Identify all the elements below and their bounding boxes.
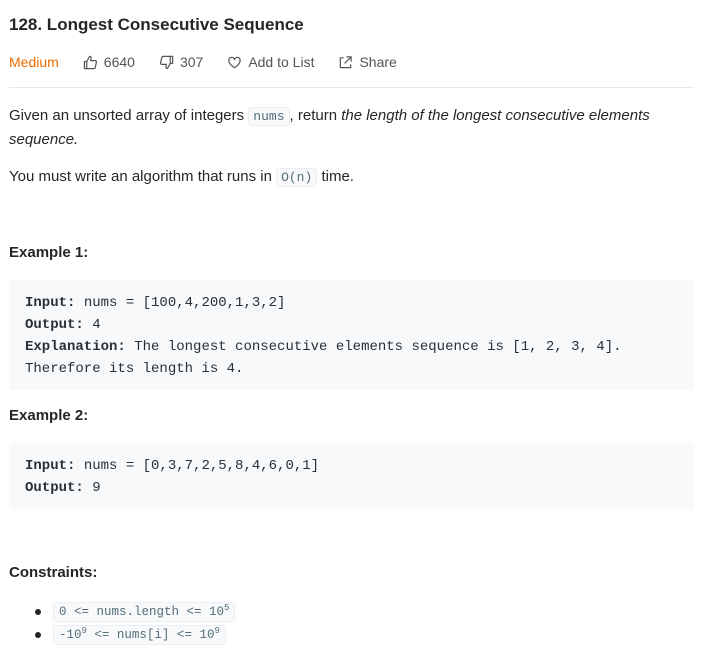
heart-icon xyxy=(228,56,242,68)
output-value: 9 xyxy=(83,480,101,496)
example-1-box: Input: nums = [100,4,200,1,3,2] Output: … xyxy=(9,280,694,390)
constraint-item: 0 <= nums.length <= 105 xyxy=(9,600,236,623)
explanation-value: The longest consecutive elements sequenc… xyxy=(125,339,622,355)
add-to-list-label: Add to List xyxy=(248,54,315,70)
input-value: nums = [0,3,7,2,5,8,4,6,0,1] xyxy=(75,458,320,474)
input-label: Input: xyxy=(25,458,76,474)
difficulty-badge: Medium xyxy=(9,54,59,70)
problem-meta-bar: Medium 6640 307 Add to List Share xyxy=(9,52,421,72)
exponent: 9 xyxy=(214,625,220,636)
example-2-box: Input: nums = [0,3,7,2,5,8,4,6,0,1] Outp… xyxy=(9,443,694,509)
description-text: time. xyxy=(317,168,354,185)
constraints-title: Constraints: xyxy=(9,564,98,581)
thumbs-up-icon xyxy=(83,55,97,69)
description-text: You must write an algorithm that runs in xyxy=(9,168,277,185)
like-button[interactable]: 6640 xyxy=(83,54,135,70)
inline-code-nums: nums xyxy=(248,107,290,126)
input-value: nums = [100,4,200,1,3,2] xyxy=(75,295,286,311)
like-count: 6640 xyxy=(103,54,135,70)
explanation-label: Explanation: xyxy=(25,339,126,355)
add-to-list-button[interactable]: Add to List xyxy=(227,54,314,70)
explanation-continued: Therefore its length is 4. xyxy=(25,361,244,377)
bullet xyxy=(35,608,41,615)
header-divider xyxy=(9,87,694,88)
description-text: , return xyxy=(289,107,342,124)
description-paragraph-2: You must write an algorithm that runs in… xyxy=(9,165,699,189)
constraint-text: 0 <= nums.length <= 10 xyxy=(59,604,225,619)
constraint-text: <= nums[i] <= 10 xyxy=(86,627,215,642)
example-2-title: Example 2: xyxy=(9,407,89,424)
constraints-list: 0 <= nums.length <= 105 -10 9 <= nums[i] … xyxy=(9,600,236,646)
share-label: Share xyxy=(359,54,397,70)
constraint-item: -109 <= nums[i] <= 109 xyxy=(9,623,235,646)
output-label: Output: xyxy=(25,317,84,333)
description-paragraph-1: Given an unsorted array of integers nums… xyxy=(9,104,699,151)
output-value: 4 xyxy=(83,317,101,333)
bullet xyxy=(35,631,41,638)
share-icon xyxy=(340,55,353,68)
problem-title: 128. Longest Consecutive Sequence xyxy=(9,15,304,34)
inline-code-complexity: O(n) xyxy=(276,168,318,187)
thumbs-down-icon xyxy=(159,55,174,69)
output-label: Output: xyxy=(25,480,84,496)
share-button[interactable]: Share xyxy=(338,54,397,70)
exponent: 5 xyxy=(224,602,230,613)
constraint-code: -109 <= nums[i] <= 109 xyxy=(53,624,226,645)
example-1-title: Example 1: xyxy=(9,244,89,261)
dislike-button[interactable]: 307 xyxy=(159,54,203,70)
constraint-text: -10 xyxy=(59,627,82,642)
constraint-code: 0 <= nums.length <= 105 xyxy=(53,601,236,622)
input-label: Input: xyxy=(25,295,76,311)
description-text: Given an unsorted array of integers xyxy=(9,107,249,124)
dislike-count: 307 xyxy=(179,54,204,70)
